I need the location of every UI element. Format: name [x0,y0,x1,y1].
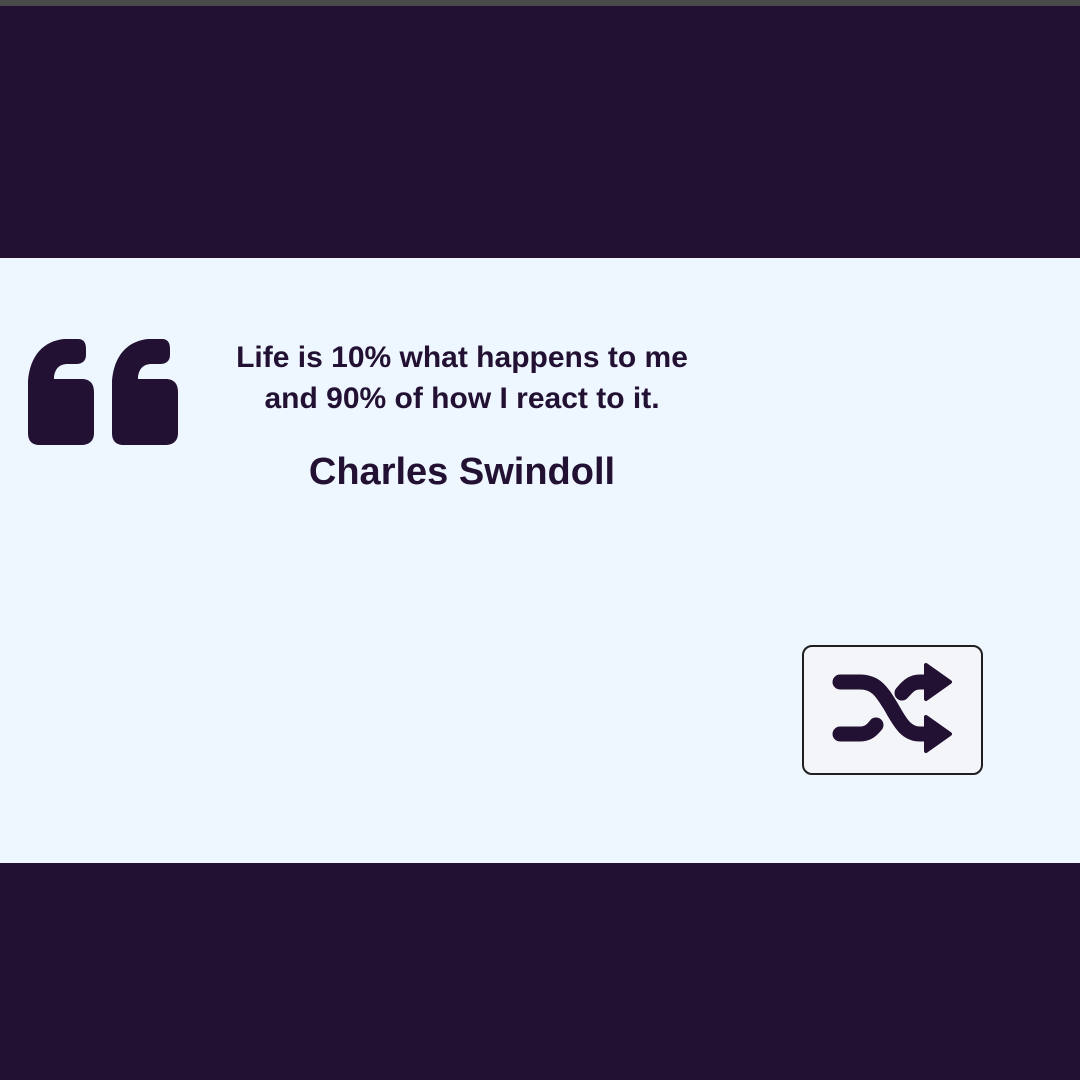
quote-text-line-2: and 90% of how I react to it. [264,382,660,415]
quote-author: Charles Swindoll [308,451,616,493]
new-quote-button[interactable] [802,645,983,775]
quote-text: Life is 10% what happens to me and 90% o… [212,337,712,419]
shuffle-icon [832,663,952,753]
window-top-edge [0,0,1080,6]
quote-left-icon [28,339,178,445]
quote-text-line-1: Life is 10% what happens to me [236,341,688,374]
